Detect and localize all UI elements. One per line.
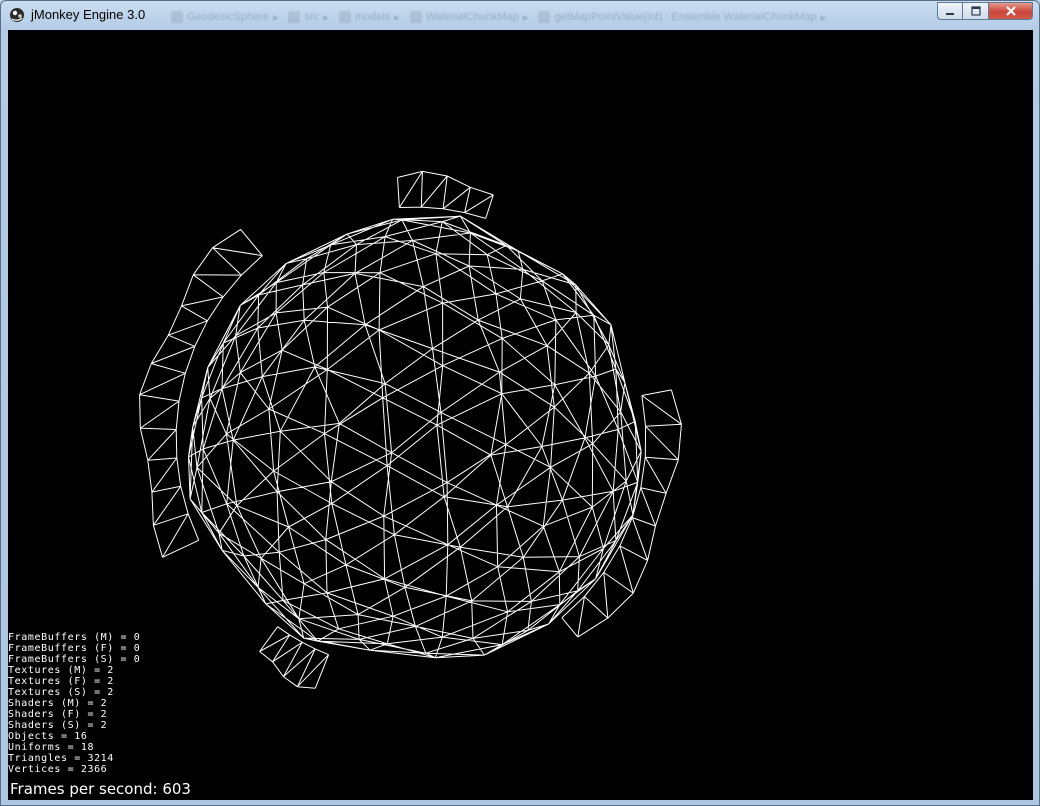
background-tab: models ▸: [338, 11, 400, 24]
stat-line: Vertices = 2366: [8, 764, 108, 775]
close-button[interactable]: [989, 2, 1033, 20]
app-window: jMonkey Engine 3.0 GeodesicSphere ▸ src …: [0, 0, 1040, 806]
stat-line: Shaders (F) = 2: [8, 709, 108, 720]
minimize-icon: [946, 13, 954, 15]
background-tab: getMapPointValue(int) : Ensemble Wateria…: [538, 11, 826, 24]
package-icon: [288, 11, 301, 23]
stat-line: FrameBuffers (F) = 0: [8, 643, 141, 654]
background-tab: src ▸: [288, 11, 329, 24]
stat-line: Shaders (M) = 2: [8, 698, 108, 709]
caption-buttons: [937, 2, 1033, 20]
stat-line: Textures (F) = 2: [8, 676, 114, 687]
method-icon: [538, 11, 551, 23]
stat-line: Triangles = 3214: [8, 753, 114, 764]
fps-counter: Frames per second: 603: [10, 780, 191, 798]
window-title: jMonkey Engine 3.0: [31, 7, 146, 22]
stats-panel: FrameBuffers (M) = 0 FrameBuffers (F) = …: [8, 632, 140, 775]
background-tab: GeodesicSphere ▸: [171, 11, 278, 24]
class-icon: [409, 11, 422, 23]
stat-line: Shaders (S) = 2: [8, 720, 108, 731]
stat-line: Textures (M) = 2: [8, 665, 114, 676]
stat-line: Textures (S) = 2: [8, 687, 114, 698]
jmonkey-app-icon: [10, 8, 24, 22]
maximize-button[interactable]: [963, 2, 989, 20]
wireframe-geodesic-sphere: [139, 170, 682, 689]
close-icon: [1005, 6, 1016, 16]
stat-line: Objects = 16: [8, 731, 88, 742]
folder-icon: [171, 11, 183, 23]
title-bar[interactable]: jMonkey Engine 3.0 GeodesicSphere ▸ src …: [1, 1, 1039, 30]
sphere-wire-edges: [188, 215, 642, 659]
minimize-button[interactable]: [937, 2, 963, 20]
bottom-ribbon-strip: [259, 626, 330, 689]
render-viewport[interactable]: FrameBuffers (M) = 0 FrameBuffers (F) = …: [8, 30, 1033, 800]
background-tab: WaterialChunkMap ▸: [409, 11, 528, 24]
stat-line: FrameBuffers (S) = 0: [8, 654, 141, 665]
top-ribbon-strip: [397, 170, 494, 219]
maximize-icon: [970, 6, 981, 16]
stat-line: FrameBuffers (M) = 0: [8, 632, 141, 643]
background-breadcrumb: GeodesicSphere ▸ src ▸ models ▸ Waterial…: [171, 8, 911, 26]
folder-icon: [338, 11, 351, 23]
stat-line: Uniforms = 18: [8, 742, 95, 753]
